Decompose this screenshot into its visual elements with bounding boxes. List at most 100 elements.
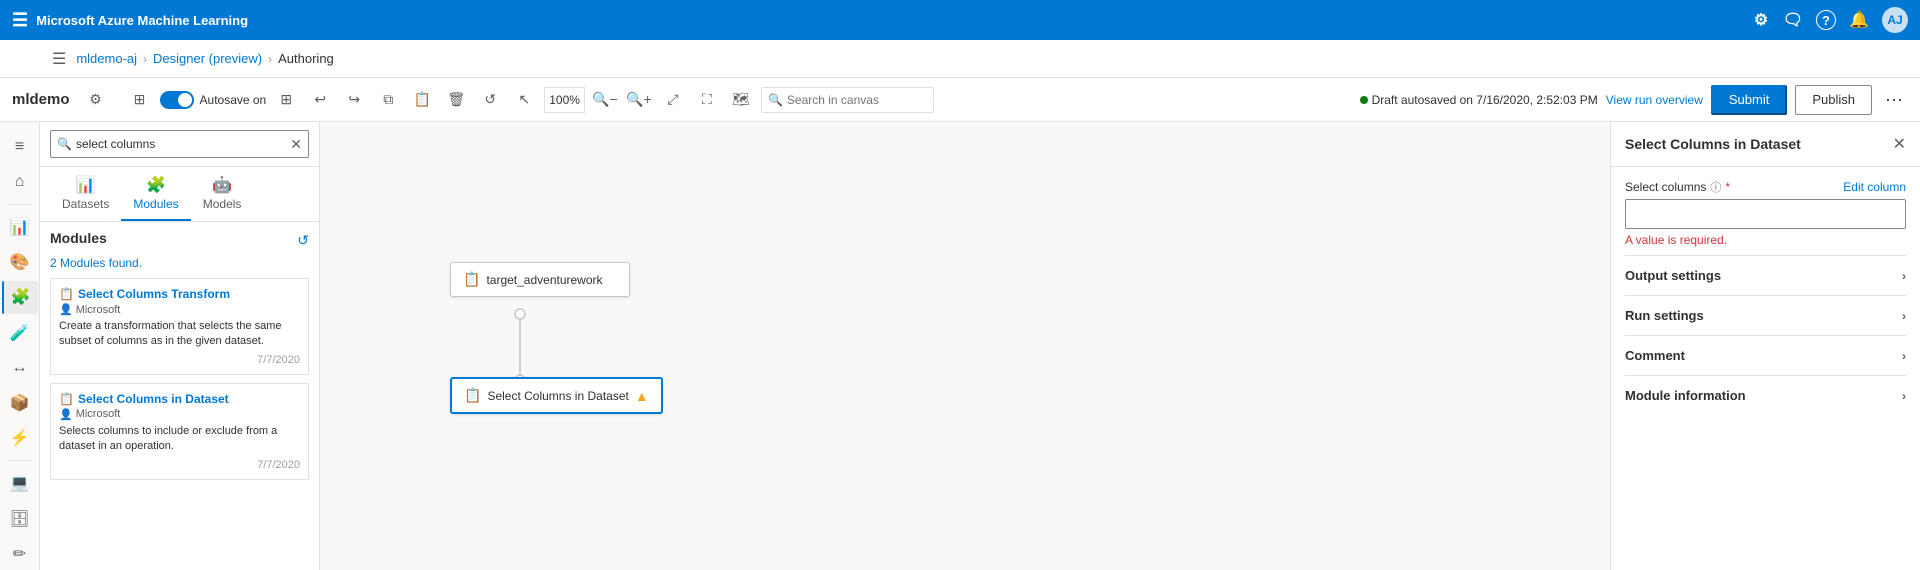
models-tab-label: Models <box>203 197 242 211</box>
module-panel: 🔍 ✕ 📊 Datasets 🧩 Modules 🤖 Models Module… <box>40 122 320 570</box>
vendor-label-2: Microsoft <box>76 408 121 420</box>
canvas-area[interactable]: 📋 target_adventurework 📋 Select Columns … <box>320 122 1610 570</box>
canvas-node-2[interactable]: 📋 Select Columns in Dataset ▲ <box>450 377 663 414</box>
search-clear-button[interactable]: ✕ <box>290 136 302 153</box>
home-icon[interactable]: ⌂ <box>2 165 38 198</box>
breadcrumb-workspace[interactable]: mldemo-aj <box>76 51 137 66</box>
tab-models[interactable]: 🤖 Models <box>191 167 254 221</box>
module-search-input[interactable] <box>76 137 286 151</box>
search-canvas-icon: 🔍 <box>768 93 783 107</box>
autosave-switch[interactable] <box>160 91 194 109</box>
zoom-display[interactable]: 100% <box>544 87 585 113</box>
menu-icon[interactable]: ☰ <box>12 10 28 31</box>
modules-tab-icon: 🧩 <box>146 175 166 195</box>
field-label-row: Select columns ⓘ * Edit column <box>1625 179 1906 195</box>
grid-button[interactable]: ⊞ <box>272 86 300 114</box>
copy-button[interactable]: ⧉ <box>374 86 402 114</box>
more-options-button[interactable]: ··· <box>1880 86 1908 114</box>
validation-error: A value is required. <box>1625 233 1906 247</box>
search-box: 🔍 ✕ <box>50 130 309 158</box>
canvas-node-1[interactable]: 📋 target_adventurework <box>450 262 630 297</box>
notification-icon[interactable]: 🔔 <box>1850 11 1868 29</box>
paste-button[interactable]: 📋 <box>408 86 436 114</box>
tab-datasets[interactable]: 📊 Datasets <box>50 167 121 221</box>
list-item[interactable]: 📋 Select Columns in Dataset 👤 Microsoft … <box>50 383 309 480</box>
module-item-label-2: Select Columns in Dataset <box>78 392 229 406</box>
user-avatar[interactable]: AJ <box>1882 7 1908 33</box>
collapse-icon[interactable]: ≡ <box>2 130 38 163</box>
feedback-icon[interactable]: 🗨 <box>1784 11 1802 29</box>
compute-nav-icon[interactable]: 💻 <box>2 467 38 500</box>
view-run-link[interactable]: View run overview <box>1606 93 1703 107</box>
field-label-text: Select columns <box>1625 180 1706 194</box>
node1-icon: 📋 <box>463 271 480 288</box>
settings-icon[interactable]: ⚙ <box>1752 11 1770 29</box>
output-settings-accordion: Output settings › <box>1625 255 1906 295</box>
topbar-left: ☰ Microsoft Azure Machine Learning <box>12 10 248 31</box>
endpoints-nav-icon[interactable]: ⚡ <box>2 421 38 454</box>
modules-nav-icon[interactable]: 🧩 <box>2 281 38 314</box>
right-panel-close-button[interactable]: ✕ <box>1893 134 1906 154</box>
select-columns-input[interactable] <box>1625 199 1906 229</box>
run-settings-header[interactable]: Run settings › <box>1625 308 1906 323</box>
sidebar-divider-2 <box>8 460 32 461</box>
list-item[interactable]: 📋 Select Columns Transform 👤 Microsoft C… <box>50 278 309 375</box>
autosave-toggle[interactable]: Autosave on <box>160 91 267 109</box>
module-item-name-2: 📋 Select Columns in Dataset <box>59 392 300 406</box>
search-canvas-input[interactable] <box>787 93 927 107</box>
breadcrumb-section[interactable]: Designer (preview) <box>153 51 262 66</box>
select-columns-field: Select columns ⓘ * Edit column A value i… <box>1625 179 1906 247</box>
right-panel-header: Select Columns in Dataset ✕ <box>1611 122 1920 167</box>
delete-button[interactable]: 🗑 <box>442 86 470 114</box>
pipeline-settings-button[interactable]: ⚙ <box>82 86 110 114</box>
help-icon[interactable]: ? <box>1816 10 1836 30</box>
module-item-label-1: Select Columns Transform <box>78 287 230 301</box>
datastore-nav-icon[interactable]: 🗄 <box>2 502 38 535</box>
autosave-status: Draft autosaved on 7/16/2020, 2:52:03 PM <box>1360 93 1598 107</box>
edit-nav-icon[interactable]: ✏ <box>2 537 38 570</box>
breadcrumb-current: Authoring <box>278 51 334 66</box>
select-tool-button[interactable]: ⊞ <box>126 86 154 114</box>
pipelines-nav-icon[interactable]: ↔ <box>2 351 38 384</box>
pointer-button[interactable]: ↖ <box>510 86 538 114</box>
submit-button[interactable]: Submit <box>1711 85 1787 115</box>
refresh-button[interactable]: ↺ <box>476 86 504 114</box>
undo-button[interactable]: ↩ <box>306 86 334 114</box>
redo-button[interactable]: ↪ <box>340 86 368 114</box>
publish-button[interactable]: Publish <box>1795 85 1872 115</box>
tab-modules[interactable]: 🧩 Modules <box>121 167 190 221</box>
edit-column-link[interactable]: Edit column <box>1843 180 1906 194</box>
module-item-desc-2: Selects columns to include or exclude fr… <box>59 424 300 455</box>
fit-button[interactable]: ⤢ <box>659 86 687 114</box>
right-panel-body: Select columns ⓘ * Edit column A value i… <box>1611 167 1920 570</box>
module-heading: Modules <box>50 230 107 246</box>
toggle-knob <box>178 93 192 107</box>
fullscreen-button[interactable]: ⛶ <box>693 86 721 114</box>
module-item-icon-2: 📋 <box>59 392 74 406</box>
module-refresh-button[interactable]: ↺ <box>297 232 309 249</box>
module-information-header[interactable]: Module information › <box>1625 388 1906 403</box>
models-nav-icon[interactable]: 📦 <box>2 386 38 419</box>
node2-label: Select Columns in Dataset <box>487 389 628 403</box>
app-title: Microsoft Azure Machine Learning <box>36 13 248 28</box>
toolbar-right-section: Draft autosaved on 7/16/2020, 2:52:03 PM… <box>1360 85 1908 115</box>
experiments-nav-icon[interactable]: 🧪 <box>2 316 38 349</box>
zoom-in-button[interactable]: 🔍+ <box>625 86 653 114</box>
output-settings-header[interactable]: Output settings › <box>1625 268 1906 283</box>
designer-nav-icon[interactable]: 🎨 <box>2 246 38 279</box>
field-info-icon[interactable]: ⓘ <box>1710 179 1721 195</box>
left-sidebar-icons: ≡ ⌂ 📊 🎨 🧩 🧪 ↔ 📦 ⚡ 💻 🗄 ✏ <box>0 122 40 570</box>
zoom-out-button[interactable]: 🔍− <box>591 86 619 114</box>
field-required-star: * <box>1725 180 1730 194</box>
hamburger-icon[interactable]: ☰ <box>52 49 66 69</box>
module-information-accordion: Module information › <box>1625 375 1906 415</box>
run-settings-accordion: Run settings › <box>1625 295 1906 335</box>
minimap-button[interactable]: 🗺 <box>727 86 755 114</box>
vendor-label-1: Microsoft <box>76 304 121 316</box>
datasets-tab-icon: 📊 <box>76 175 96 195</box>
autosave-status-text: Draft autosaved on 7/16/2020, 2:52:03 PM <box>1372 93 1598 107</box>
autosave-label: Autosave on <box>200 93 267 107</box>
node2-warning-icon: ▲ <box>635 388 649 404</box>
comment-header[interactable]: Comment › <box>1625 348 1906 363</box>
datasets-nav-icon[interactable]: 📊 <box>2 211 38 244</box>
